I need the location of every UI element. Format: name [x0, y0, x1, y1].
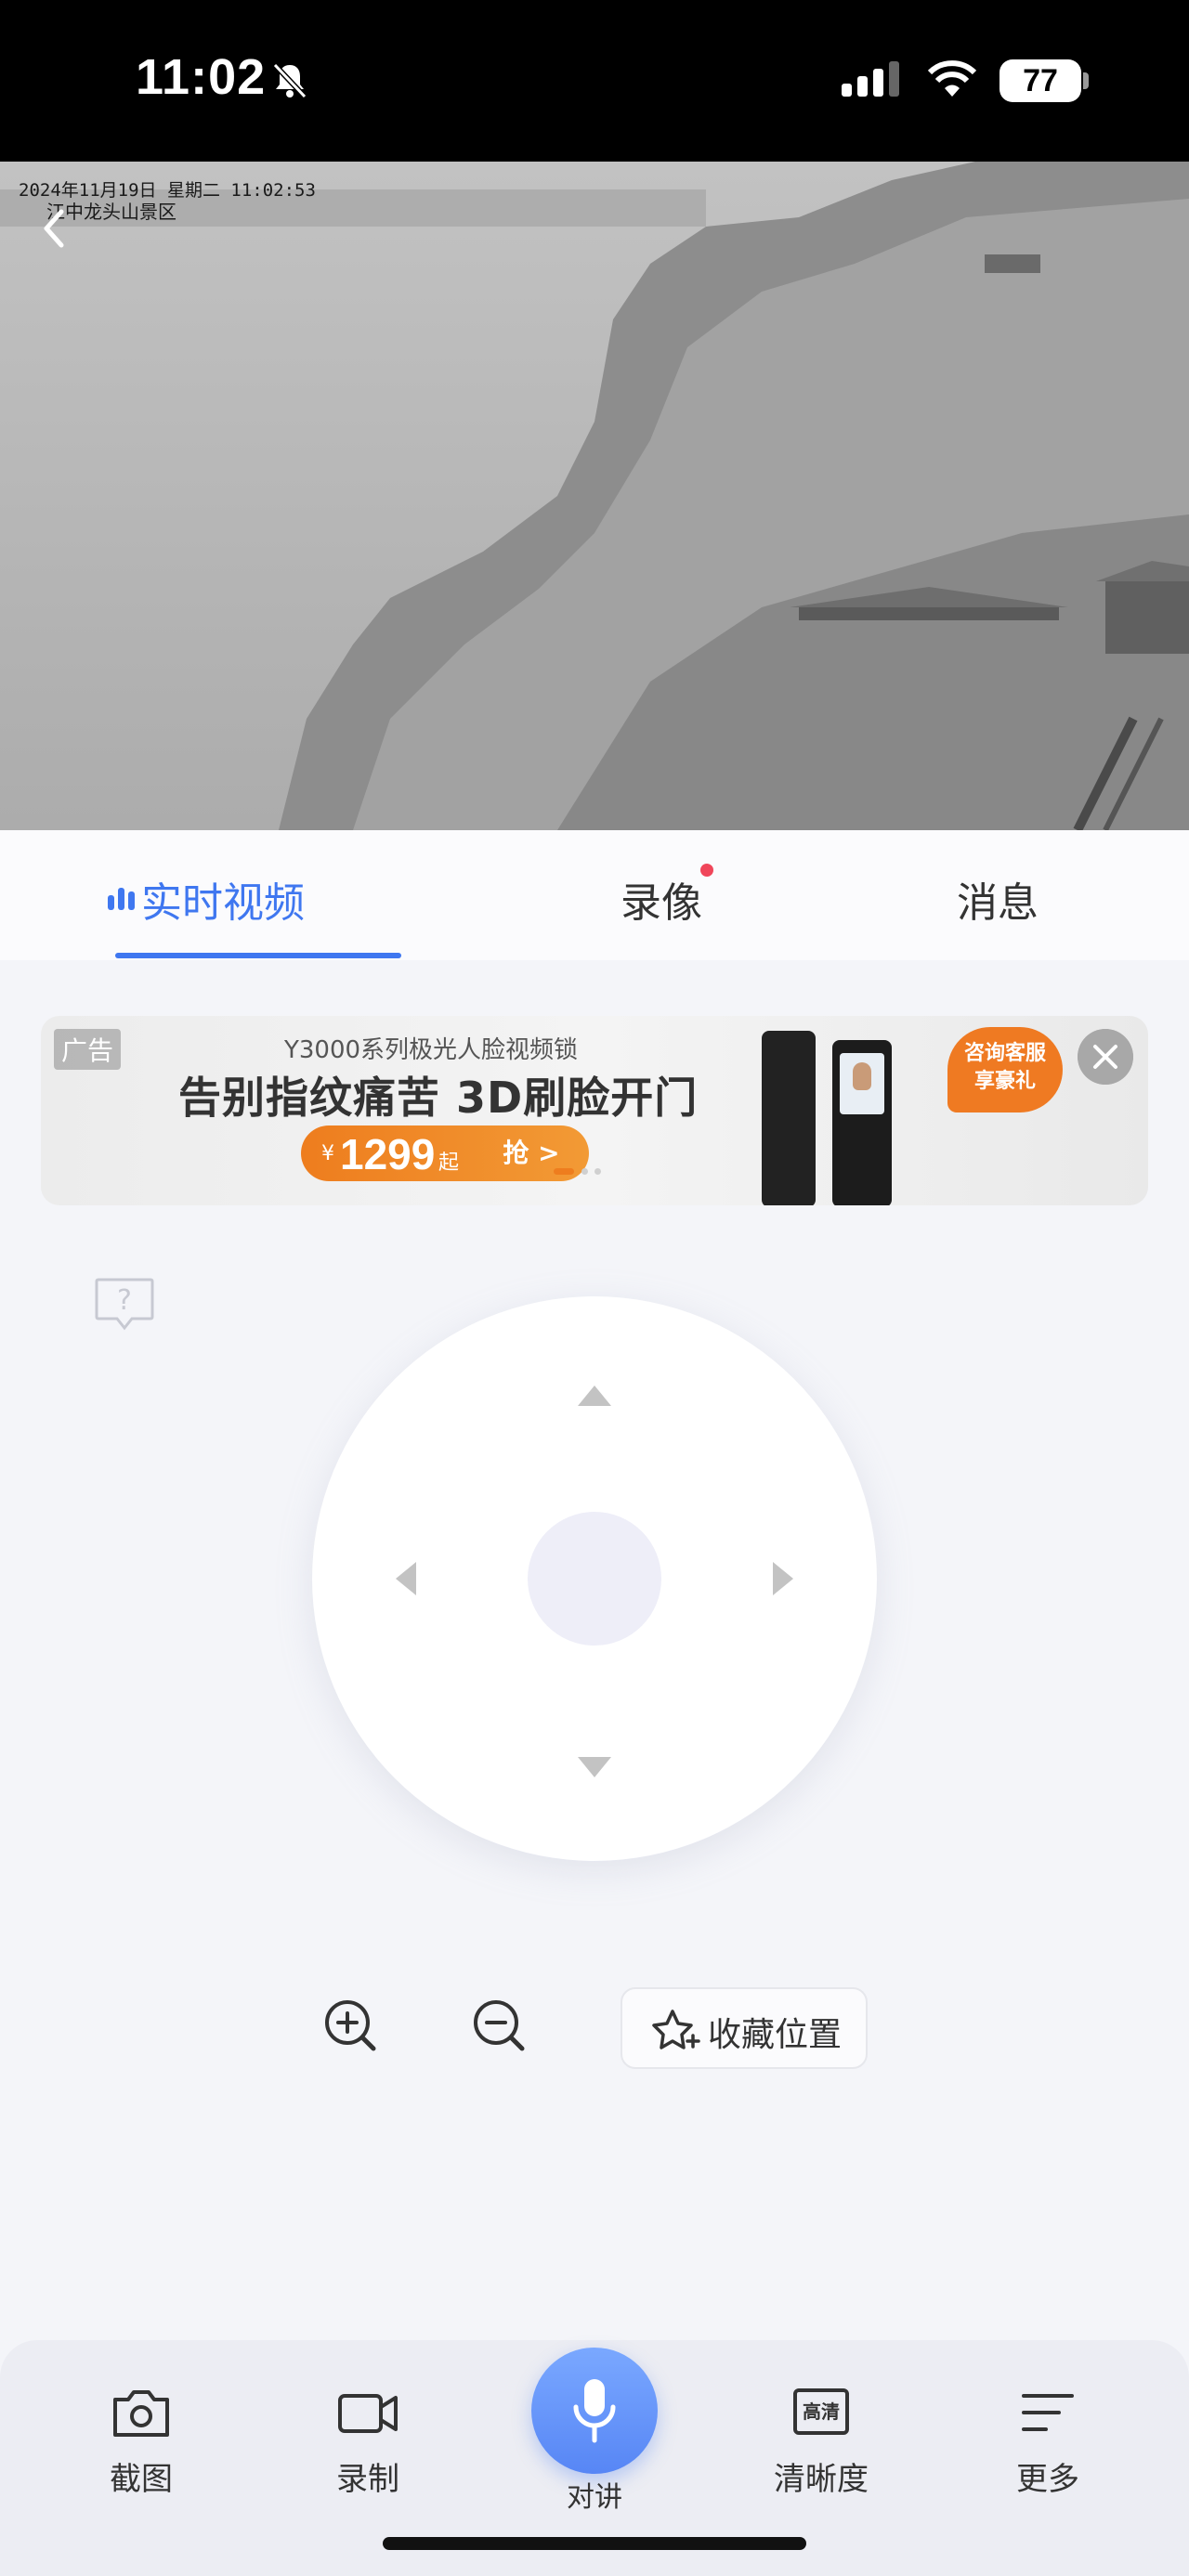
tab-live-label: 实时视频: [141, 879, 305, 927]
pan-left-icon[interactable]: [396, 1562, 416, 1595]
quality-button[interactable]: 高清 清晰度: [747, 2385, 895, 2505]
wifi-icon: [927, 60, 977, 97]
ptz-joystick[interactable]: [312, 1296, 877, 1861]
home-indicator: [383, 2537, 806, 2550]
carousel-dot: [581, 1168, 588, 1175]
hd-icon-text: 高清: [803, 2400, 840, 2423]
cellular-signal-icon: [842, 61, 899, 97]
zoom-in-icon[interactable]: [321, 1997, 381, 2056]
hd-quality-icon: 高清: [793, 2388, 849, 2435]
pan-up-icon[interactable]: [578, 1386, 611, 1406]
pan-right-icon[interactable]: [773, 1562, 793, 1595]
help-icon[interactable]: ?: [93, 1276, 156, 1332]
ad-price-suffix: 起: [438, 1151, 460, 1175]
smart-lock-image: [762, 1031, 816, 1205]
ad-service-bubble: 咨询客服 享豪礼: [947, 1027, 1063, 1112]
microphone-icon: [573, 2379, 616, 2443]
lock-screen-image: [840, 1053, 884, 1114]
menu-lines-icon: [1022, 2394, 1074, 2431]
video-camera-icon: [338, 2394, 398, 2433]
ad-title: 告别指纹痛苦 3D刷脸开门: [178, 1073, 699, 1123]
smart-lock-image: [832, 1040, 892, 1205]
tab-live-video[interactable]: 实时视频: [108, 869, 305, 929]
pan-down-icon[interactable]: [578, 1757, 611, 1777]
talk-button[interactable]: [531, 2348, 658, 2474]
notification-dot: [700, 864, 713, 877]
tab-bar: 实时视频 录像 消息: [0, 830, 1189, 960]
tab-messages-label: 消息: [957, 879, 1039, 927]
svg-text:?: ?: [117, 1284, 132, 1317]
more-button[interactable]: 更多: [973, 2385, 1122, 2505]
tab-messages[interactable]: 消息: [957, 869, 1039, 929]
ad-price: 1299: [340, 1130, 436, 1178]
bubble-line-2: 享豪礼: [973, 1070, 1036, 1093]
save-position-button[interactable]: 收藏位置: [621, 1987, 868, 2069]
ad-subtitle: Y3000系列极光人脸视频锁: [284, 1036, 579, 1064]
status-bar: 11:02 77: [0, 0, 1189, 162]
bubble-line-1: 咨询客服: [963, 1042, 1046, 1065]
screenshot-label: 截图: [110, 2461, 173, 2498]
ad-close-icon[interactable]: [1078, 1029, 1133, 1085]
camera-icon: [113, 2390, 169, 2437]
joystick-center[interactable]: [528, 1512, 661, 1646]
active-tab-indicator: [115, 953, 401, 958]
live-bars-icon: [108, 888, 135, 910]
back-chevron-icon[interactable]: [35, 202, 72, 254]
ad-banner[interactable]: 广告 Y3000系列极光人脸视频锁 告别指纹痛苦 3D刷脸开门 ¥ 1299 起…: [41, 1016, 1148, 1205]
tab-recordings[interactable]: 录像: [621, 864, 713, 929]
carousel-dot-active: [554, 1168, 574, 1175]
battery-level: 77: [1000, 59, 1081, 102]
quality-label: 清晰度: [774, 2461, 869, 2498]
tab-record-label: 录像: [621, 879, 702, 927]
battery-tip: [1083, 72, 1089, 89]
face-image: [853, 1062, 871, 1090]
live-video[interactable]: 2024年11月19日 星期二 11:02:53 江中龙头山景区: [0, 162, 1189, 830]
status-time: 11:02: [136, 49, 267, 105]
carousel-dot: [594, 1168, 601, 1175]
zoom-out-icon[interactable]: [470, 1997, 529, 2056]
bell-muted-icon: [272, 62, 307, 99]
ad-currency: ¥: [321, 1142, 334, 1165]
save-position-label: 收藏位置: [708, 2016, 843, 2054]
screenshot-button[interactable]: 截图: [67, 2385, 216, 2505]
ad-tag: 广告: [54, 1029, 122, 1070]
record-button[interactable]: 录制: [294, 2385, 442, 2505]
ad-price-pill[interactable]: ¥ 1299 起 抢 >: [301, 1125, 589, 1181]
video-scene: [0, 162, 1189, 830]
star-plus-icon: [652, 2010, 700, 2049]
talk-label: 对讲: [567, 2481, 622, 2514]
record-label: 录制: [336, 2461, 399, 2498]
more-label: 更多: [1016, 2461, 1079, 2498]
